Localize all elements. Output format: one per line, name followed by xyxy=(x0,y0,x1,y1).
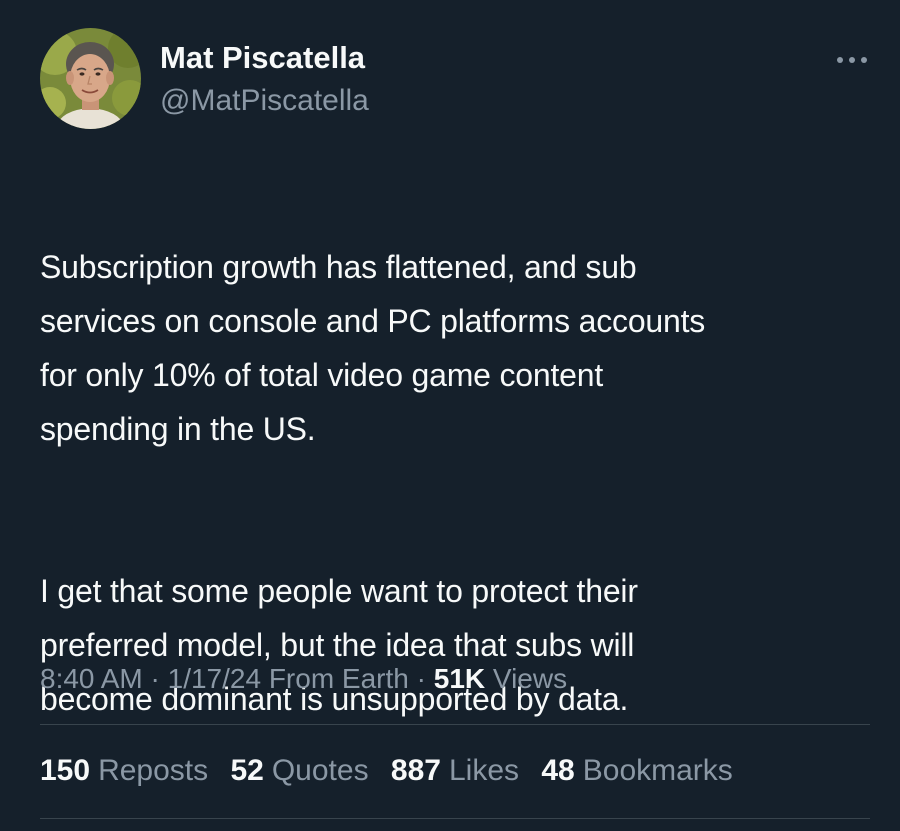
bookmarks-label: Bookmarks xyxy=(582,754,733,787)
divider xyxy=(40,724,870,725)
more-horizontal-icon xyxy=(837,57,867,63)
author-display-name[interactable]: Mat Piscatella xyxy=(160,40,365,76)
tweet-date[interactable]: 1/17/24 xyxy=(168,663,261,694)
tweet-paragraph: Subscription growth has flattened, and s… xyxy=(40,249,706,447)
quotes-stat[interactable]: 52 Quotes xyxy=(230,751,368,791)
tweet: Mat Piscatella @MatPiscatella Subscripti… xyxy=(0,0,900,831)
tweet-source: From Earth xyxy=(261,663,409,694)
bookmarks-count: 48 xyxy=(541,754,575,787)
reposts-label: Reposts xyxy=(98,754,209,787)
divider xyxy=(40,818,870,819)
meta-separator: · xyxy=(408,663,434,694)
reposts-count: 150 xyxy=(40,754,91,787)
quotes-count: 52 xyxy=(230,754,264,787)
tweet-time[interactable]: 8:40 AM xyxy=(40,663,143,694)
likes-label: Likes xyxy=(448,754,520,787)
tweet-meta: 8:40 AM · 1/17/24 From Earth · 51K Views xyxy=(40,660,567,698)
reposts-stat[interactable]: 150 Reposts xyxy=(40,751,208,791)
quotes-label: Quotes xyxy=(271,754,369,787)
tweet-paragraph: I get that some people want to protect t… xyxy=(40,573,638,717)
more-options-button[interactable] xyxy=(832,46,872,74)
engagement-stats: 150 Reposts 52 Quotes 887 Likes 48 Bookmarks xyxy=(40,751,747,791)
likes-stat[interactable]: 887 Likes xyxy=(391,751,519,791)
likes-count: 887 xyxy=(390,754,441,787)
views-label: Views xyxy=(485,663,568,694)
avatar-image xyxy=(40,28,141,129)
author-handle[interactable]: @MatPiscatella xyxy=(160,83,369,119)
avatar[interactable] xyxy=(40,28,141,129)
views-count[interactable]: 51K xyxy=(434,663,485,694)
bookmarks-stat[interactable]: 48 Bookmarks xyxy=(541,751,732,791)
meta-separator: · xyxy=(142,663,168,694)
